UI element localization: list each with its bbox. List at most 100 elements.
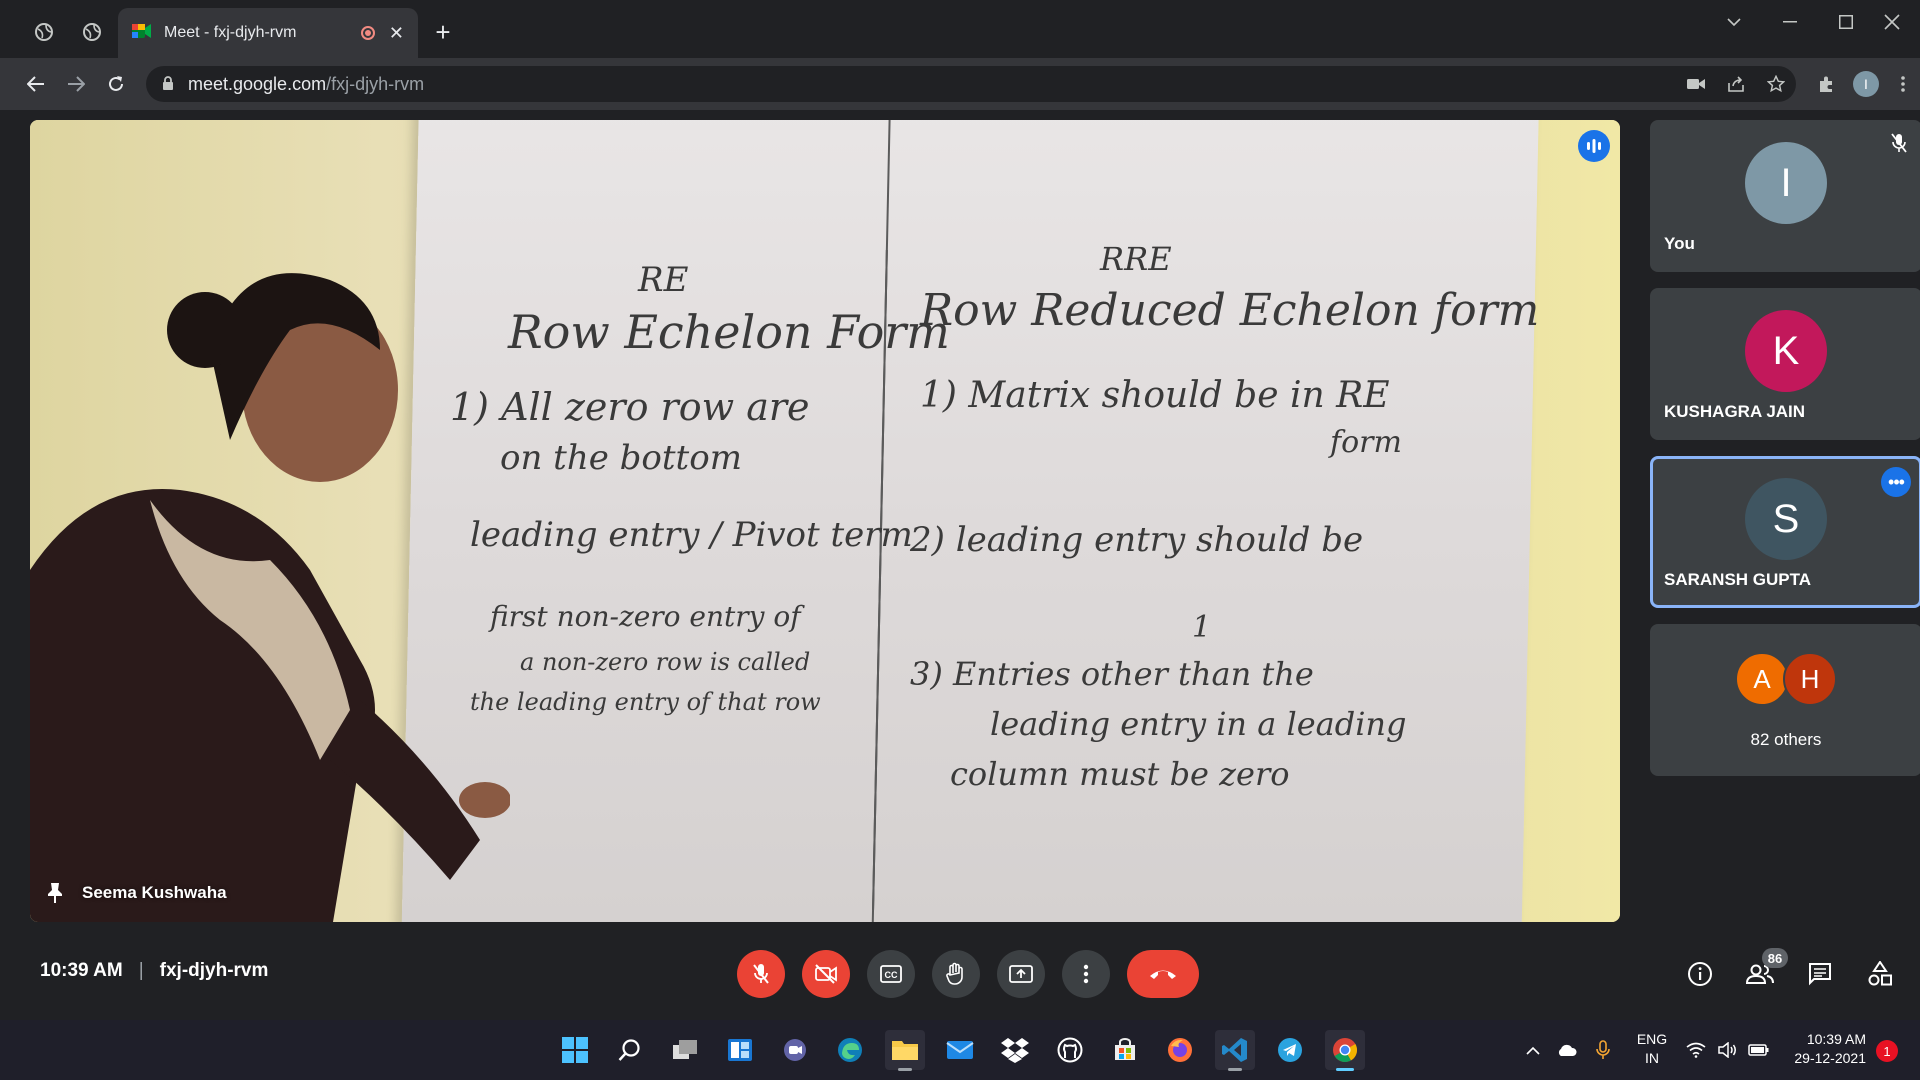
language-indicator[interactable]: ENG IN: [1634, 1030, 1670, 1068]
tab-meet[interactable]: Meet - fxj-djyh-rvm ✕: [118, 8, 418, 58]
mail-icon[interactable]: [940, 1030, 980, 1070]
wifi-icon[interactable]: [1686, 1020, 1706, 1080]
profile-initial: I: [1853, 71, 1879, 97]
clock-date: 29-12-2021: [1794, 1050, 1866, 1066]
meet-stage: RE Row Echelon Form 1) All zero row are …: [10, 110, 1920, 1020]
board-text: 1: [1192, 610, 1212, 645]
speaking-indicator-icon: [1578, 130, 1610, 162]
microsoft-store-icon[interactable]: [1105, 1030, 1145, 1070]
others-count-label: 82 others: [1750, 730, 1822, 749]
chat-button[interactable]: [1798, 952, 1842, 996]
github-desktop-icon[interactable]: [1050, 1030, 1090, 1070]
participant-tile[interactable]: K KUSHAGRA JAIN: [1650, 288, 1920, 440]
url-host: meet.google.com: [188, 73, 327, 94]
microphone-in-use-icon[interactable]: [1596, 1020, 1610, 1080]
language-code: ENG: [1636, 1031, 1668, 1047]
svg-text:CC: CC: [885, 970, 898, 980]
search-icon[interactable]: [610, 1030, 650, 1070]
forward-button[interactable]: [58, 66, 94, 102]
speaker-name: Seema Kushwaha: [82, 883, 227, 902]
board-text: form: [1330, 425, 1402, 460]
tab-search-icon[interactable]: [1706, 4, 1762, 40]
avatar: I: [1745, 142, 1827, 224]
close-tab-icon[interactable]: ✕: [389, 23, 404, 44]
close-window-button[interactable]: [1864, 4, 1920, 40]
leave-call-button[interactable]: [1127, 950, 1199, 998]
participant-name: You: [1664, 234, 1695, 253]
start-icon[interactable]: [555, 1030, 595, 1070]
board-text: the leading entry of that row: [470, 688, 821, 716]
browser-tab-strip: Meet - fxj-djyh-rvm ✕ +: [0, 0, 1920, 58]
avatar: K: [1745, 310, 1827, 392]
avatar: A: [1735, 652, 1789, 706]
back-button[interactable]: [18, 66, 54, 102]
meeting-time: 10:39 AM: [40, 960, 123, 981]
raise-hand-button[interactable]: [932, 950, 980, 998]
battery-icon[interactable]: [1748, 1020, 1770, 1080]
board-text: on the bottom: [500, 438, 742, 478]
board-text: 1) Matrix should be in RE: [920, 375, 1390, 416]
participant-tile[interactable]: ••• S SARANSH GUPTA: [1650, 456, 1920, 608]
minimize-button[interactable]: [1762, 4, 1818, 40]
file-explorer-icon[interactable]: [885, 1030, 925, 1071]
captions-button[interactable]: CC: [867, 950, 915, 998]
telegram-icon[interactable]: [1270, 1030, 1310, 1070]
tab-title: Meet - fxj-djyh-rvm: [164, 24, 297, 41]
camera-toggle-button[interactable]: [802, 950, 850, 998]
participant-tile[interactable]: I You: [1650, 120, 1920, 272]
pin-icon[interactable]: [44, 882, 66, 904]
bookmark-star-icon[interactable]: [1758, 66, 1794, 102]
board-text: RE: [638, 260, 689, 300]
microphone-toggle-button[interactable]: [737, 950, 785, 998]
language-region: IN: [1645, 1050, 1659, 1066]
board-text: column must be zero: [950, 755, 1290, 793]
chrome-icon[interactable]: [1325, 1030, 1365, 1071]
camera-in-use-icon[interactable]: [1678, 66, 1714, 102]
meeting-info: 10:39 AM | fxj-djyh-rvm: [40, 960, 268, 982]
chrome-menu-icon[interactable]: [1888, 66, 1918, 102]
dropbox-icon[interactable]: [995, 1030, 1035, 1070]
main-video-feed[interactable]: RE Row Echelon Form 1) All zero row are …: [30, 120, 1620, 922]
mic-off-icon: [1886, 130, 1912, 156]
board-text: 3) Entries other than the: [910, 655, 1314, 693]
activities-button[interactable]: [1858, 952, 1902, 996]
extensions-icon[interactable]: [1808, 66, 1844, 102]
share-icon[interactable]: [1718, 66, 1754, 102]
firefox-icon[interactable]: [1160, 1030, 1200, 1070]
reload-button[interactable]: [98, 66, 134, 102]
teams-chat-icon[interactable]: [775, 1030, 815, 1070]
vscode-icon[interactable]: [1215, 1030, 1255, 1071]
running-indicator: [1228, 1068, 1242, 1071]
board-text: Row Reduced Echelon form: [920, 285, 1540, 336]
others-avatars: A H: [1735, 652, 1837, 706]
meeting-controls-bar: 10:39 AM | fxj-djyh-rvm CC 86: [10, 930, 1920, 1020]
more-options-button[interactable]: [1062, 950, 1110, 998]
notification-badge[interactable]: 1: [1876, 1040, 1898, 1062]
avatar: H: [1783, 652, 1837, 706]
lock-icon[interactable]: [162, 74, 174, 95]
globe-icon[interactable]: [26, 14, 62, 50]
speaker-label: Seema Kushwaha: [44, 882, 227, 904]
board-text: leading entry / Pivot term: [470, 515, 913, 555]
board-text: 2) leading entry should be: [910, 520, 1364, 560]
new-tab-button[interactable]: +: [425, 14, 461, 50]
onedrive-icon[interactable]: [1556, 1020, 1578, 1080]
more-options-icon[interactable]: •••: [1881, 467, 1911, 497]
address-bar[interactable]: meet.google.com/fxj-djyh-rvm: [146, 66, 1796, 102]
presenter-figure: [30, 273, 510, 922]
recording-icon: [360, 26, 375, 40]
running-indicator: [898, 1068, 912, 1071]
edge-icon[interactable]: [830, 1030, 870, 1070]
separator: |: [138, 960, 144, 981]
volume-icon[interactable]: [1718, 1020, 1738, 1080]
meeting-details-button[interactable]: [1678, 952, 1722, 996]
widgets-icon[interactable]: [720, 1030, 760, 1070]
present-screen-button[interactable]: [997, 950, 1045, 998]
system-clock[interactable]: 10:39 AM 29-12-2021: [1786, 1030, 1866, 1068]
others-tile[interactable]: A H 82 others: [1650, 624, 1920, 776]
task-view-icon[interactable]: [665, 1030, 705, 1070]
globe-icon[interactable]: [74, 14, 110, 50]
show-hidden-icons[interactable]: [1526, 1020, 1540, 1080]
profile-avatar[interactable]: I: [1848, 66, 1884, 102]
avatar: S: [1745, 478, 1827, 560]
